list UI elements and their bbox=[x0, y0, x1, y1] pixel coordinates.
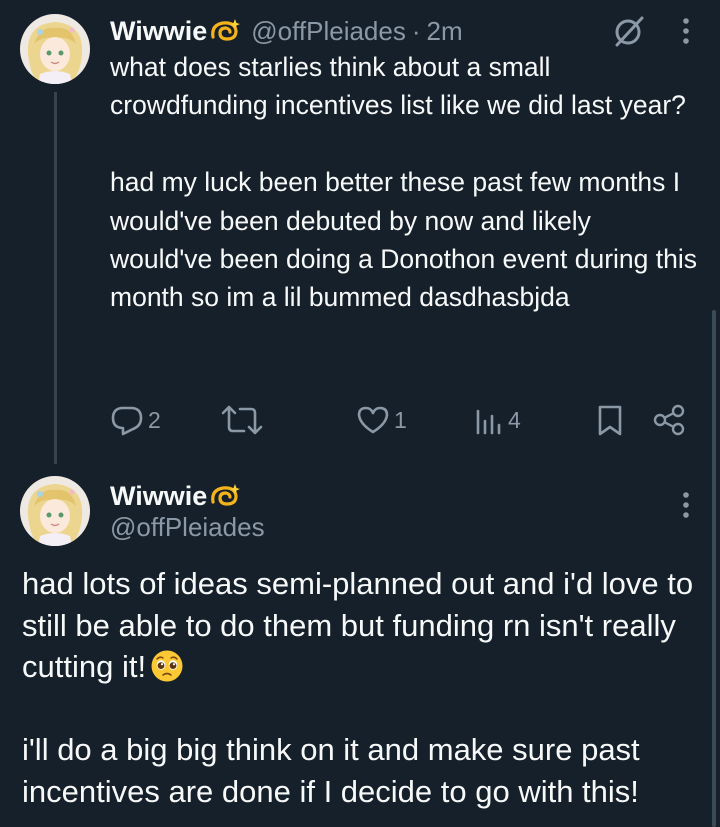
header-separator: · bbox=[411, 15, 421, 46]
tweet2-author-name[interactable]: Wiwwie bbox=[110, 481, 207, 512]
tweet2-body: had lots of ideas semi-planned out and i… bbox=[22, 563, 712, 812]
like-count: 1 bbox=[394, 406, 407, 433]
grok-icon[interactable] bbox=[612, 14, 646, 48]
views-count: 4 bbox=[508, 406, 521, 433]
tweet2-paragraph: i'll do a big big think on it and make s… bbox=[22, 732, 640, 809]
avatar-image bbox=[20, 14, 90, 84]
tweet1-timestamp[interactable]: 2m bbox=[427, 16, 463, 47]
share-icon bbox=[653, 404, 685, 436]
tweet1-paragraph: had my luck been better these past few m… bbox=[110, 167, 698, 313]
tweet1-header: Wiwwie @offPleiades · 2m bbox=[110, 12, 463, 50]
tweet1-author-name[interactable]: Wiwwie bbox=[110, 16, 207, 47]
views-button[interactable]: 4 bbox=[474, 400, 521, 440]
tweet2-paragraph: had lots of ideas semi-planned out and i… bbox=[22, 563, 712, 688]
pleading-face-emoji-icon bbox=[151, 650, 183, 682]
tweet1-paragraph: what does starlies think about a small c… bbox=[110, 52, 686, 121]
dizzy-emoji-icon bbox=[211, 19, 241, 41]
reply-icon bbox=[111, 406, 143, 436]
retweet-icon bbox=[221, 405, 263, 435]
tweet2-paragraph-text: had lots of ideas semi-planned out and i… bbox=[22, 566, 694, 684]
tweet2-header: Wiwwie bbox=[110, 478, 241, 514]
bookmark-button[interactable] bbox=[596, 400, 624, 440]
reply-button[interactable]: 2 bbox=[110, 400, 161, 440]
like-button[interactable]: 1 bbox=[356, 400, 407, 440]
bookmark-icon bbox=[598, 405, 622, 436]
scrollbar[interactable] bbox=[712, 310, 716, 827]
tweet2-avatar[interactable] bbox=[20, 476, 90, 546]
views-icon bbox=[476, 409, 501, 435]
tweet2-author-handle[interactable]: @offPleiades bbox=[110, 512, 265, 543]
tweet2-more-icon[interactable] bbox=[681, 490, 691, 520]
tweet1-more-icon[interactable] bbox=[681, 16, 691, 46]
thread-connector-line bbox=[54, 92, 57, 464]
avatar-image bbox=[20, 476, 90, 546]
share-button[interactable] bbox=[652, 400, 686, 440]
tweet1-author-handle[interactable]: @offPleiades bbox=[251, 16, 406, 47]
retweet-button[interactable] bbox=[220, 400, 268, 440]
like-icon bbox=[357, 406, 389, 434]
tweet1-body: what does starlies think about a small c… bbox=[110, 48, 700, 317]
tweet1-avatar[interactable] bbox=[20, 14, 90, 84]
reply-count: 2 bbox=[148, 406, 161, 433]
dizzy-emoji-icon bbox=[211, 484, 241, 506]
